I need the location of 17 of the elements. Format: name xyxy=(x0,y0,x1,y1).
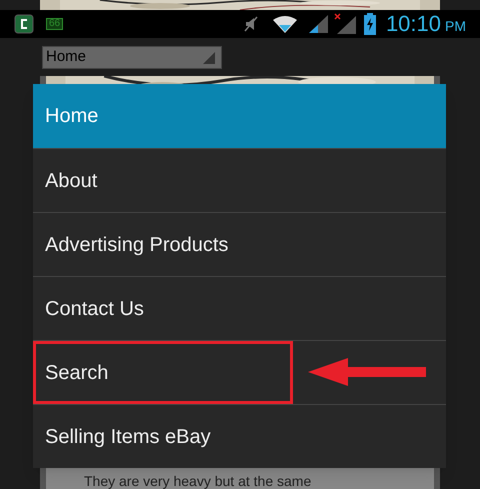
menu-item[interactable]: Selling Items eBay xyxy=(33,404,446,468)
content-text: They are very heavy but at the same xyxy=(83,473,312,489)
menu-item[interactable]: Contact Us xyxy=(33,276,446,340)
menu-item[interactable]: Advertising Products xyxy=(33,212,446,276)
app-icon xyxy=(14,14,34,34)
menu-item[interactable]: Home xyxy=(33,84,446,148)
page-select[interactable]: Home xyxy=(42,46,222,68)
arrow-icon xyxy=(308,358,426,386)
signal-icon xyxy=(308,14,330,34)
mute-icon xyxy=(244,16,258,32)
battery-notification: 66 xyxy=(46,18,64,30)
wifi-icon xyxy=(272,15,298,33)
clock-period: PM xyxy=(445,19,466,33)
no-signal-icon xyxy=(334,13,358,35)
battery-charging-icon xyxy=(364,13,376,35)
menu-item[interactable]: About xyxy=(33,148,446,212)
clock: 10:10 xyxy=(386,13,441,35)
